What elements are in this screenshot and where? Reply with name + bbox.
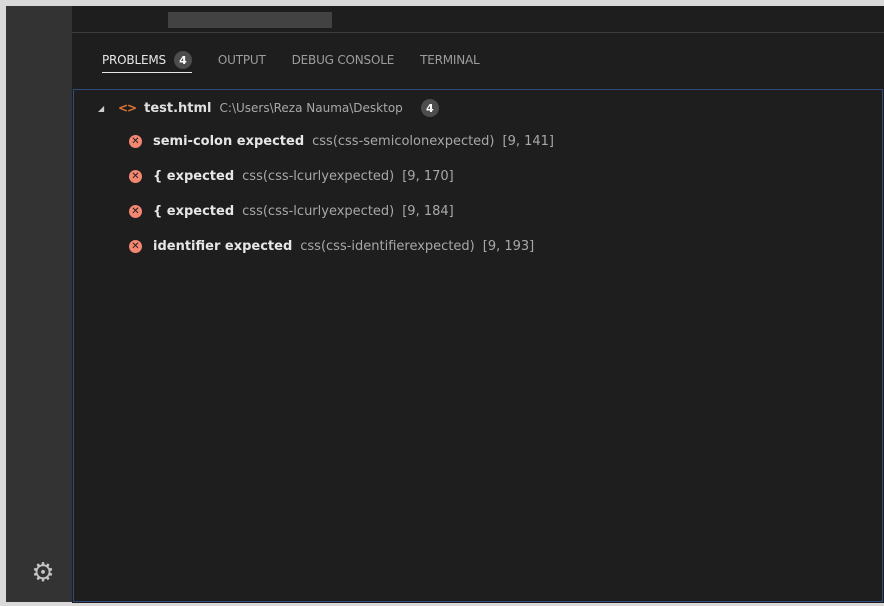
problem-message: semi-colon expected	[153, 134, 305, 149]
tab-problems[interactable]: PROBLEMS 4	[102, 33, 192, 87]
problems-tree: ◢ <> test.html C:\Users\Reza Nauma\Deskt…	[73, 89, 883, 602]
file-problem-count-badge: 4	[420, 99, 439, 117]
tab-terminal-label: TERMINAL	[420, 53, 480, 67]
file-group-row[interactable]: ◢ <> test.html C:\Users\Reza Nauma\Deskt…	[74, 96, 439, 120]
horizontal-scrollbar-thumb[interactable]	[168, 12, 332, 28]
bottom-panel: PROBLEMS 4 OUTPUT DEBUG CONSOLE TERMINAL…	[72, 32, 884, 603]
problem-position: [9, 193]	[482, 239, 535, 254]
problem-position: [9, 184]	[402, 204, 454, 219]
problem-message: identifier expected	[153, 239, 293, 254]
activity-bar: ⚙	[6, 6, 72, 602]
problem-item[interactable]: ✕ { expected css(css-lcurlyexpected) [9,…	[74, 194, 882, 229]
tab-debug-console[interactable]: DEBUG CONSOLE	[291, 33, 395, 87]
problem-position: [9, 170]	[402, 169, 454, 184]
tab-debug-console-label: DEBUG CONSOLE	[291, 53, 395, 67]
tab-problems-label: PROBLEMS	[102, 53, 166, 67]
error-icon: ✕	[129, 170, 142, 183]
problems-count-badge: 4	[173, 51, 192, 69]
problem-message: { expected	[153, 204, 235, 219]
problem-message: { expected	[153, 169, 235, 184]
panel-tabs: PROBLEMS 4 OUTPUT DEBUG CONSOLE TERMINAL	[72, 33, 884, 87]
tab-output[interactable]: OUTPUT	[218, 33, 266, 87]
file-name: test.html	[144, 100, 212, 116]
error-icon: ✕	[129, 240, 142, 253]
editor-scroll-area	[72, 6, 884, 32]
chevron-down-icon[interactable]: ◢	[98, 104, 108, 113]
problem-item[interactable]: ✕ { expected css(css-lcurlyexpected) [9,…	[74, 159, 882, 194]
problem-position: [9, 141]	[502, 134, 555, 149]
tab-terminal[interactable]: TERMINAL	[420, 33, 480, 87]
problem-item[interactable]: ✕ semi-colon expected css(css-semicolone…	[74, 124, 882, 159]
html-file-icon: <>	[118, 101, 137, 115]
problem-list: ✕ semi-colon expected css(css-semicolone…	[74, 124, 882, 264]
tab-output-label: OUTPUT	[217, 53, 266, 67]
error-icon: ✕	[129, 135, 142, 148]
problem-code: css(css-semicolonexpected)	[312, 134, 495, 149]
error-icon: ✕	[129, 205, 142, 218]
problem-code: css(css-lcurlyexpected)	[242, 204, 395, 219]
file-path: C:\Users\Reza Nauma\Desktop	[219, 101, 403, 115]
problem-item[interactable]: ✕ identifier expected css(css-identifier…	[74, 229, 882, 264]
problem-code: css(css-identifierexpected)	[300, 239, 475, 254]
screen: ⚙ PROBLEMS 4 OUTPUT DEBUG CONSOLE TERMIN…	[0, 0, 884, 606]
gear-icon[interactable]: ⚙	[28, 558, 58, 588]
problem-code: css(css-lcurlyexpected)	[242, 169, 395, 184]
